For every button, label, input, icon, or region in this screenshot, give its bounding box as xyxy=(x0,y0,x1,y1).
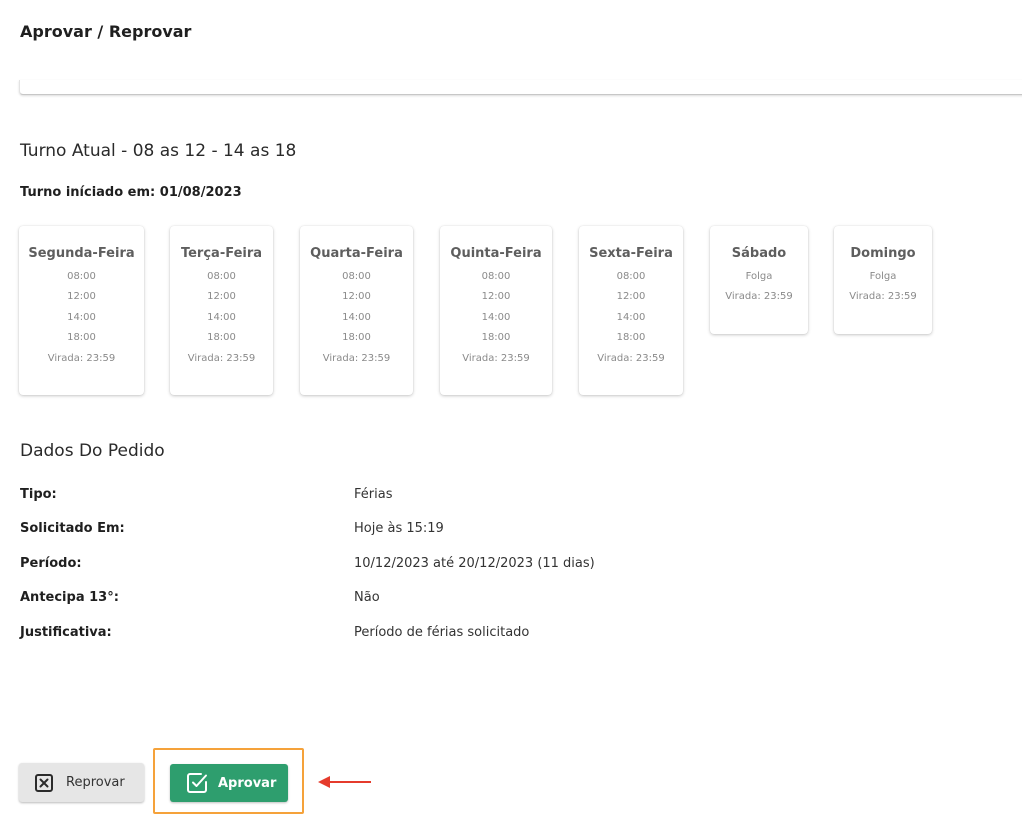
request-field-requested-at: Solicitado Em: Hoje às 15:19 xyxy=(20,521,720,541)
day-name: Domingo xyxy=(850,246,916,261)
day-name: Sábado xyxy=(731,246,787,261)
arrow-left-icon xyxy=(318,776,371,788)
field-value: Período de férias solicitado xyxy=(354,625,530,640)
day-time: 14:00 xyxy=(481,311,511,323)
current-shift-title: Turno Atual - 08 as 12 - 14 as 18 xyxy=(20,141,297,161)
day-time: 12:00 xyxy=(481,291,511,303)
request-field-advance-13th: Antecipa 13°: Não xyxy=(20,590,720,610)
day-time: 14:00 xyxy=(207,311,236,323)
reject-button[interactable]: Reprovar xyxy=(19,763,144,802)
day-time: 08:00 xyxy=(342,271,371,282)
day-time: 08:00 xyxy=(67,271,96,282)
day-name: Terça-Feira xyxy=(180,246,263,261)
day-time: 18:00 xyxy=(481,332,511,344)
day-turnover: Virada: 23:59 xyxy=(462,352,530,364)
request-field-period: Período: 10/12/2023 até 20/12/2023 (11 d… xyxy=(20,556,720,576)
day-time: 14:00 xyxy=(616,311,646,323)
day-time: 12:00 xyxy=(67,291,96,303)
shift-started-date: Turno iníciado em: 01/08/2023 xyxy=(20,185,242,200)
page-title: Aprovar / Reprovar xyxy=(20,22,192,41)
day-name: Quarta-Feira xyxy=(310,246,403,261)
field-label: Solicitado Em: xyxy=(20,521,125,536)
field-label: Período: xyxy=(20,556,82,571)
day-time: 14:00 xyxy=(342,311,371,323)
check-box-icon xyxy=(186,772,208,794)
field-label: Tipo: xyxy=(20,487,57,502)
field-value: Férias xyxy=(354,487,393,502)
request-field-justification: Justificativa: Período de férias solicit… xyxy=(20,625,720,645)
day-turnover: Virada: 23:59 xyxy=(187,352,256,364)
day-time: 12:00 xyxy=(207,291,236,303)
day-time: 12:00 xyxy=(342,291,371,303)
day-name: Sexta-Feira xyxy=(589,246,673,261)
day-time: 08:00 xyxy=(207,271,236,282)
day-time: 18:00 xyxy=(616,332,646,344)
day-time: 14:00 xyxy=(67,311,96,323)
reject-button-label: Reprovar xyxy=(66,775,125,790)
field-value: Hoje às 15:19 xyxy=(354,521,444,536)
day-turnover: Virada: 23:59 xyxy=(849,291,917,303)
top-panel xyxy=(19,80,1022,95)
field-label: Antecipa 13°: xyxy=(20,590,119,605)
day-time: 12:00 xyxy=(616,291,646,303)
approve-button[interactable]: Aprovar xyxy=(170,764,288,802)
day-name: Quinta-Feira xyxy=(450,246,542,261)
day-turnover: Virada: 23:59 xyxy=(725,291,793,303)
day-off: Folga xyxy=(869,271,897,282)
approve-button-label: Aprovar xyxy=(218,775,277,791)
request-data-title: Dados Do Pedido xyxy=(20,441,165,461)
day-time: 08:00 xyxy=(616,271,646,282)
day-card-terca: Terça-Feira 08:00 12:00 14:00 18:00 Vira… xyxy=(170,226,273,395)
request-field-type: Tipo: Férias xyxy=(20,487,720,507)
day-card-sabado: Sábado Folga Virada: 23:59 xyxy=(710,226,808,334)
field-value: Não xyxy=(354,590,380,605)
close-box-icon xyxy=(35,773,53,792)
day-card-quinta: Quinta-Feira 08:00 12:00 14:00 18:00 Vir… xyxy=(440,226,552,395)
field-label: Justificativa: xyxy=(20,625,112,640)
day-time: 08:00 xyxy=(481,271,511,282)
day-card-domingo: Domingo Folga Virada: 23:59 xyxy=(834,226,932,334)
day-turnover: Virada: 23:59 xyxy=(597,352,665,364)
day-card-quarta: Quarta-Feira 08:00 12:00 14:00 18:00 Vir… xyxy=(300,226,413,395)
day-time: 18:00 xyxy=(342,332,371,344)
field-value: 10/12/2023 até 20/12/2023 (11 dias) xyxy=(354,556,595,571)
day-name: Segunda-Feira xyxy=(28,246,135,261)
day-card-segunda: Segunda-Feira 08:00 12:00 14:00 18:00 Vi… xyxy=(19,226,144,395)
day-time: 18:00 xyxy=(67,332,96,344)
day-turnover: Virada: 23:59 xyxy=(322,352,391,364)
day-card-sexta: Sexta-Feira 08:00 12:00 14:00 18:00 Vira… xyxy=(579,226,683,395)
day-turnover: Virada: 23:59 xyxy=(47,352,116,364)
day-time: 18:00 xyxy=(207,332,236,344)
day-off: Folga xyxy=(745,271,773,282)
